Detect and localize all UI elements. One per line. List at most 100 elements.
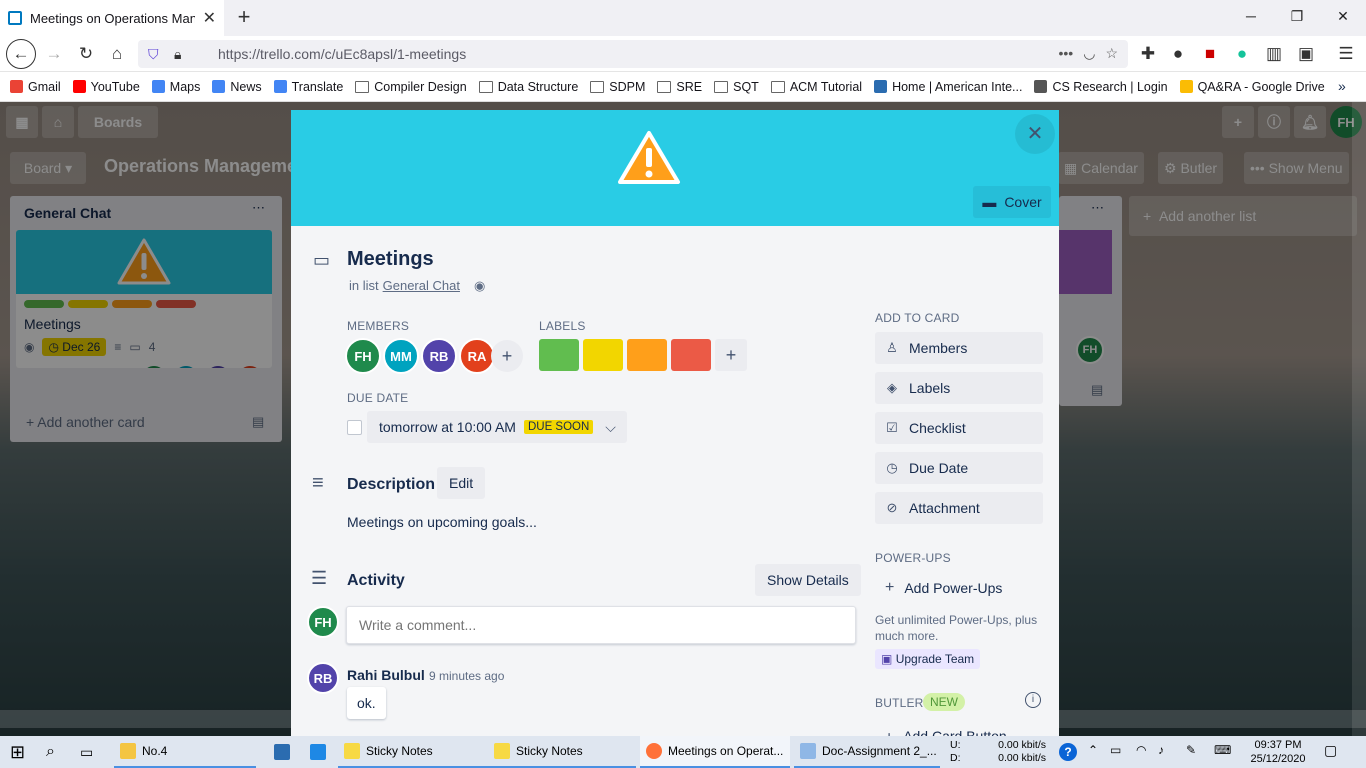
bookmark-item[interactable]: ACM Tutorial: [770, 80, 862, 94]
due-complete-checkbox[interactable]: [347, 420, 362, 435]
add-label-button[interactable]: +: [715, 339, 747, 371]
comment-input[interactable]: [346, 606, 856, 644]
start-button[interactable]: ⊞: [4, 736, 25, 768]
bookmark-item[interactable]: SRE: [657, 80, 702, 94]
add-powerups-button[interactable]: + Add Power-Ups: [875, 572, 1043, 604]
bookmark-item[interactable]: QA&RA - Google Drive: [1179, 80, 1325, 94]
taskbar-item-sticky-1[interactable]: Sticky Notes: [338, 736, 488, 768]
pocket-icon[interactable]: ◡: [1083, 45, 1095, 62]
taskbar-item-explorer[interactable]: No.4: [114, 736, 256, 768]
bookmark-item[interactable]: Translate: [273, 80, 343, 94]
show-details-button[interactable]: Show Details: [755, 564, 861, 596]
bookmark-item[interactable]: News: [212, 79, 262, 94]
bookmark-label: Home | American Inte...: [892, 79, 1023, 94]
task-view-icon[interactable]: ▭: [74, 736, 93, 768]
member-avatar[interactable]: RB: [421, 338, 457, 374]
clock-icon: ◷: [886, 460, 898, 475]
new-tab-button[interactable]: +: [230, 4, 258, 32]
activity-comment: ok.: [347, 687, 386, 719]
help-icon[interactable]: ?: [1059, 743, 1077, 761]
cover-label: Cover: [1004, 194, 1042, 210]
activity-author[interactable]: Rahi Bulbul: [347, 667, 425, 683]
addon-bars-icon[interactable]: ▥: [1260, 40, 1288, 68]
bookmark-star-icon[interactable]: ☆: [1105, 45, 1118, 62]
member-avatar[interactable]: FH: [345, 338, 381, 374]
volume-icon[interactable]: ♪: [1158, 743, 1164, 757]
edit-description-button[interactable]: Edit: [437, 467, 486, 499]
close-tab-icon[interactable]: ✕: [203, 8, 216, 28]
checklist-button[interactable]: ☑ Checklist: [875, 412, 1043, 444]
due-date-button[interactable]: tomorrow at 10:00 AM DUE SOON ⌵: [367, 411, 627, 443]
forward-button[interactable]: →: [40, 40, 68, 68]
taskbar-item-sticky-2[interactable]: Sticky Notes: [488, 736, 636, 768]
maximize-button[interactable]: ❐: [1274, 0, 1320, 34]
home-icon[interactable]: ⌂: [103, 40, 131, 68]
browser-tab[interactable]: Meetings on Operations Manag ✕: [0, 0, 224, 36]
wifi-icon[interactable]: ◠: [1136, 743, 1146, 757]
bookmark-item[interactable]: Gmail: [10, 80, 61, 94]
attachment-button[interactable]: ⊘ Attachment: [875, 492, 1043, 524]
bookmark-item[interactable]: SQT: [714, 80, 759, 94]
person-icon: ♙: [886, 340, 898, 355]
search-icon[interactable]: ⌕: [40, 736, 55, 768]
pen-icon[interactable]: ✎: [1186, 743, 1196, 757]
bookmark-item[interactable]: SDPM: [590, 80, 645, 94]
keyboard-icon[interactable]: ⌨: [1214, 743, 1231, 757]
minimize-button[interactable]: ─: [1228, 0, 1274, 34]
activity-time[interactable]: 9 minutes ago: [429, 669, 504, 683]
bookmark-label: Gmail: [28, 79, 61, 94]
reload-button[interactable]: ↻: [72, 40, 100, 68]
vertical-scrollbar[interactable]: [1352, 102, 1366, 736]
label-chip[interactable]: [627, 339, 667, 371]
label-chip[interactable]: [671, 339, 711, 371]
grammarly-icon[interactable]: ●: [1228, 40, 1256, 68]
menu-icon[interactable]: ☰: [1332, 40, 1360, 68]
selenium-icon[interactable]: ▣: [1292, 40, 1320, 68]
upgrade-team-button[interactable]: ▣ Upgrade Team: [875, 649, 981, 669]
bookmark-item[interactable]: Home | American Inte...: [874, 80, 1022, 94]
extensions-icon[interactable]: ✚: [1134, 40, 1162, 68]
url-bar[interactable]: ⛉ 🔒︎ https://trello.com/c/uEc8apsl/1-mee…: [138, 40, 1128, 68]
notification-center-icon[interactable]: ▢: [1324, 742, 1337, 759]
add-card-button-button[interactable]: + Add Card Button: [885, 728, 1007, 736]
taskbar-pinned-2[interactable]: [304, 736, 326, 768]
taskbar-item-firefox[interactable]: Meetings on Operat...: [640, 736, 790, 768]
cover-button[interactable]: ▬ Cover: [973, 186, 1051, 218]
bookmark-item[interactable]: Compiler Design: [355, 80, 467, 94]
modal-title[interactable]: Meetings: [347, 248, 434, 271]
bookmark-item[interactable]: CS Research | Login: [1034, 80, 1168, 94]
list-link[interactable]: General Chat: [383, 278, 460, 294]
member-avatar[interactable]: MM: [383, 338, 419, 374]
bookmark-item[interactable]: YouTube: [72, 79, 140, 94]
add-member-button[interactable]: +: [491, 340, 523, 372]
description-text[interactable]: Meetings on upcoming goals...: [347, 514, 537, 530]
labels-button-label: Labels: [909, 380, 951, 396]
due-date-sidebar-button[interactable]: ◷ Due Date: [875, 452, 1043, 484]
lock-icon: 🔒︎: [174, 45, 182, 62]
bookmark-item[interactable]: Maps: [151, 80, 200, 94]
battery-icon[interactable]: ▭: [1110, 743, 1121, 757]
description-heading: Description: [347, 476, 436, 493]
member-avatar[interactable]: RA: [459, 338, 495, 374]
bookmark-item[interactable]: Data Structure: [478, 80, 578, 94]
addon-icon[interactable]: ■: [1196, 40, 1224, 68]
bookmark-label: YouTube: [90, 79, 140, 94]
label-chip[interactable]: [539, 339, 579, 371]
bookmark-label: News: [230, 79, 262, 94]
tag-icon: ◈: [887, 380, 897, 395]
members-button[interactable]: ♙ Members: [875, 332, 1043, 364]
account-icon[interactable]: ●: [1164, 40, 1192, 68]
close-modal-button[interactable]: ✕: [1015, 114, 1055, 154]
labels-button[interactable]: ◈ Labels: [875, 372, 1043, 404]
bookmarks-overflow-icon[interactable]: »: [1338, 78, 1346, 94]
back-button[interactable]: ←: [6, 39, 36, 69]
info-icon[interactable]: i: [1025, 692, 1041, 708]
label-chip[interactable]: [583, 339, 623, 371]
taskbar-pinned-1[interactable]: [268, 736, 290, 768]
more-icon[interactable]: •••: [1059, 45, 1074, 62]
tray-chevron-icon[interactable]: ⌃: [1088, 743, 1098, 757]
taskbar-label: Sticky Notes: [516, 744, 583, 758]
clock[interactable]: 09:37 PM 25/12/2020: [1246, 738, 1310, 766]
taskbar-item-doc[interactable]: Doc-Assignment 2_...: [794, 736, 940, 768]
close-window-button[interactable]: ✕: [1320, 0, 1366, 34]
